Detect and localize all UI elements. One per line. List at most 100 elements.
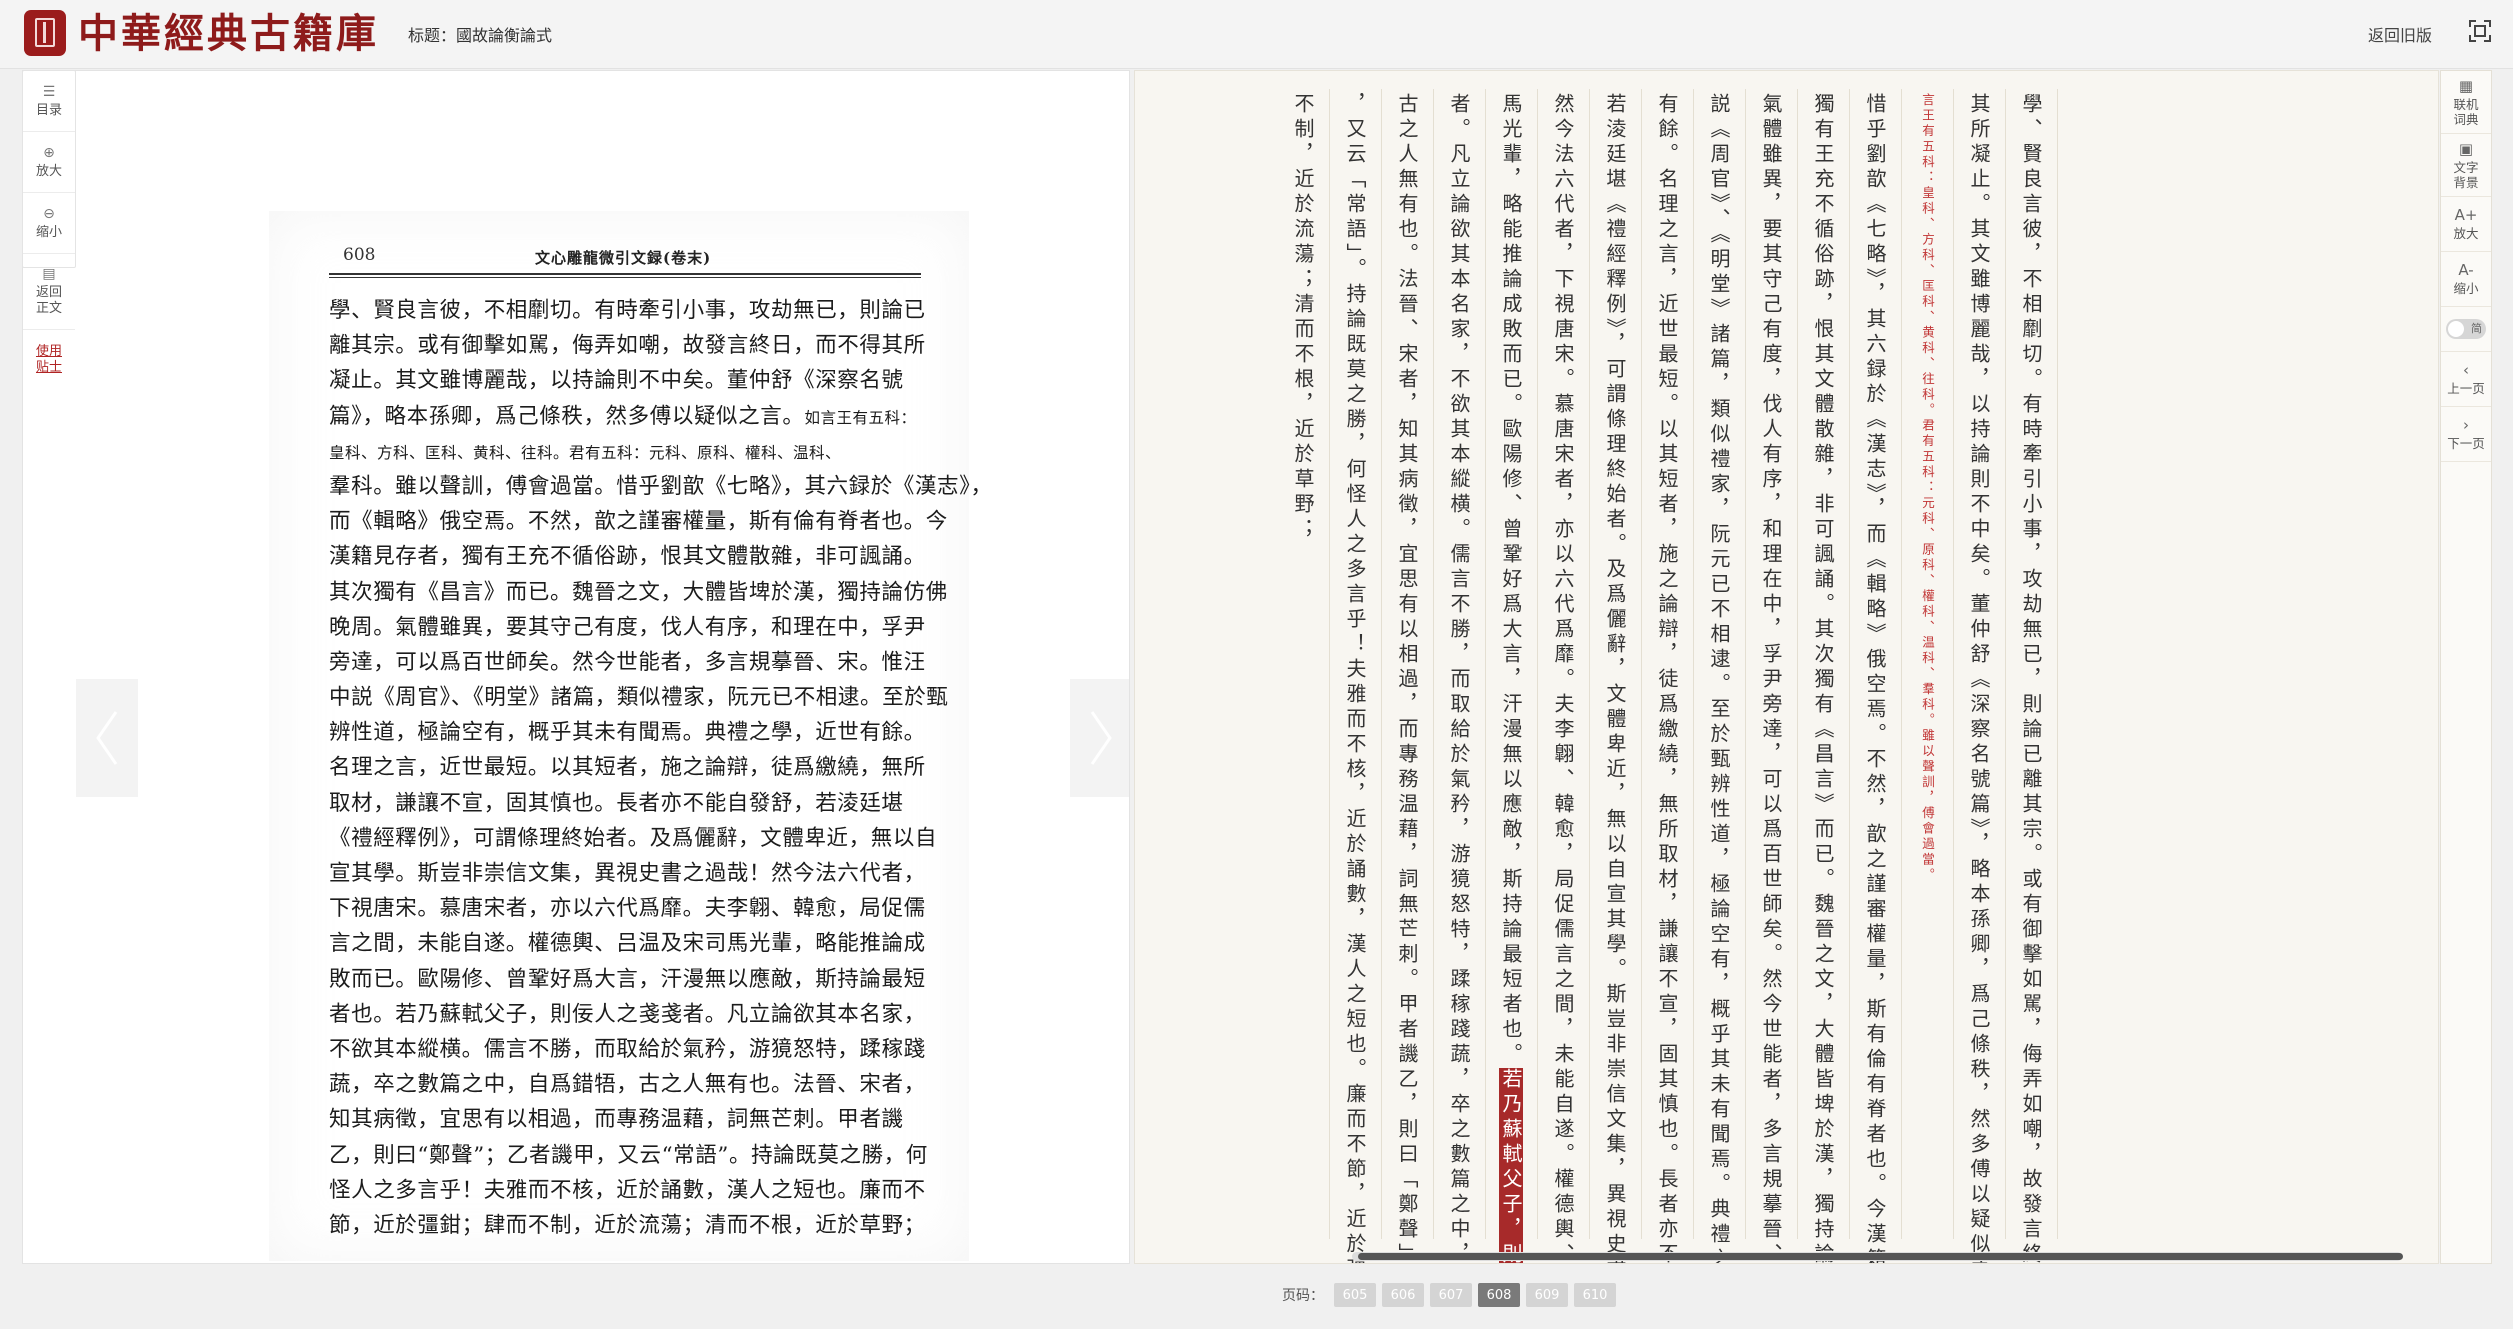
scan-text-line: 宣其學。斯豈非崇信文集，異視史書之過哉！然今法六代者， <box>329 861 926 886</box>
prev-page-label: 上一页 <box>2447 381 2485 396</box>
scan-text-line: 羣科。雖以聲訓，傅會過當。惜乎劉歆《七略》，其六録於《漢志》， <box>329 473 993 499</box>
vertical-text-column[interactable]: 學、賢良言彼，不相劘切。有時牽引小事，攻劫無已，則論已離其宗。或有御擊如駡，侮弄… <box>2006 89 2058 1263</box>
left-toolbar: ☰ 目录 ⊕ 放大 ⊖ 缩小 ▤ 返回正文 使用贴士 <box>22 70 76 375</box>
zoom-in-icon: ⊕ <box>43 144 55 161</box>
vertical-text-content: 不制，近於流蕩；清而不根，近於草野； <box>1291 93 1315 543</box>
document-title: 标题：國故論衡論式 <box>408 26 553 45</box>
vertical-text-segment: 馬光輩，略能推論成敗而已。歐陽修、曾鞏好爲大言，汗漫無以應敵，斯持論最短者也。 <box>1499 93 1523 1068</box>
font-smaller-label: 缩小 <box>2453 281 2479 296</box>
list-icon: ☰ <box>42 83 56 100</box>
vertical-text-content: 古之人無有也。法晉、宋者，知其病徵，宜思有以相過，而專務温藉，詞無芒刺。甲者譏乙… <box>1395 93 1419 1264</box>
vertical-text-column[interactable]: 氣體雖異，要其守己有度，伐人有序，和理在中，孚尹旁達，可以爲百世師矣。然今世能者… <box>1746 89 1798 1263</box>
page-button-610[interactable]: 610 <box>1574 1283 1616 1307</box>
vertical-text-content: 馬光輩，略能推論成敗而已。歐陽修、曾鞏好爲大言，汗漫無以應敵，斯持論最短者也。若… <box>1496 93 1526 1263</box>
pagination-label: 页码： <box>1282 1288 1324 1304</box>
vertical-text-content: 言王有五科：皇科、方科、匡科、黄科、往科。君有五科：元科、原科、權科、温科、羣科… <box>1920 93 1935 884</box>
chevron-left-circle-icon: ‹ <box>2463 361 2469 379</box>
toggle-label: 简 <box>2471 322 2482 335</box>
scan-text-line: 怪人之多言乎！夫雅而不核，近於誦數，漢人之短也。廉而不 <box>329 1177 926 1203</box>
dictionary-icon: ▦ <box>2458 76 2474 95</box>
scan-text-line: 中説《周官》、《明堂》諸篇，類似禮家，阮元已不相逮。至於甄 <box>329 685 949 711</box>
scan-running-head: 文心雕龍微引文録(卷末) <box>535 249 712 267</box>
vertical-text-column[interactable]: 説《周官》、《明堂》諸篇，類似禮家，阮元已不相逮。至於甄辨性道，極論空有，概乎其… <box>1694 89 1746 1263</box>
usage-tips-link[interactable]: 使用贴士 <box>23 330 75 390</box>
vertical-text-column[interactable]: ，又云「常語」。持論既莫之勝，何怪人之多言乎！夫雅而不核，近於誦數，漢人之短也。… <box>1330 89 1382 1263</box>
vertical-text-content: 説《周官》、《明堂》諸篇，類似禮家，阮元已不相逮。至於甄辨性道，極論空有，概乎其… <box>1707 93 1731 1264</box>
vertical-text-content: 若淩廷堪《禮經釋例》，可謂條理終始者。及爲儷辭，文體卑近，無以自宣其學。斯豈非崇… <box>1603 93 1627 1264</box>
scan-text-line: 而《輯略》俄空焉。不然，歆之謹審權量，斯有倫有脊者也。今 <box>329 509 948 535</box>
font-smaller-button[interactable]: A- 缩小 <box>2441 252 2491 307</box>
scan-text-line: 篇》，略本孫卿，爲己條秩，然多傅以疑似之言。如言王有五科： <box>329 399 929 434</box>
chevron-right-icon <box>1090 711 1112 765</box>
next-page-arrow[interactable] <box>1070 679 1129 797</box>
return-text-label: 返回正文 <box>35 285 62 316</box>
scan-text-line: 下視唐宋。慕唐宋者，亦以六代爲靡。夫李翺、韓愈，局促儒 <box>329 896 926 922</box>
scan-text-line: 其次獨有《昌言》而已。魏晉之文，大體皆埤於漢，獨持論仿佛 <box>329 579 948 605</box>
pagination: 页码： 605 606 607 608 609 610 <box>1282 1282 1622 1308</box>
vertical-text-column[interactable]: 然今法六代者，下視唐宋。慕唐宋者，亦以六代爲靡。夫李翺、韓愈，局促儒言之間，未能… <box>1538 89 1590 1263</box>
vertical-text-content: ，又云「常語」。持論既莫之勝，何怪人之多言乎！夫雅而不核，近於誦數，漢人之短也。… <box>1343 93 1367 1264</box>
scan-text-line: 皇科、方科、匡科、黄科、往科。君有五科：元科、原科、權科、温科、 <box>329 443 842 462</box>
vertical-text-column[interactable]: 言王有五科：皇科、方科、匡科、黄科、往科。君有五科：元科、原科、權科、温科、羣科… <box>1902 89 1954 1239</box>
horizontal-scrollbar-thumb[interactable] <box>1358 1253 2403 1260</box>
vertical-text-column[interactable]: 獨有王充不循俗跡，恨其文體散雜，非可諷誦。其次獨有《昌言》而已。魏晉之文，大體皆… <box>1798 89 1850 1263</box>
page-button-606[interactable]: 606 <box>1382 1283 1424 1307</box>
vertical-text-column[interactable]: 其所凝止。其文雖博麗哉，以持論則不中矣。董仲舒《深察名號篇》，略本孫卿，爲己條秩… <box>1954 89 2006 1263</box>
scan-text-line: 名理之言，近世最短。以其短者，施之論辯，徒爲繳繞，無所 <box>329 755 926 781</box>
page-button-609[interactable]: 609 <box>1526 1283 1568 1307</box>
page-button-608[interactable]: 608 <box>1478 1283 1520 1307</box>
fullscreen-icon[interactable] <box>2468 19 2492 43</box>
highlighted-text[interactable]: 若乃蘇軾父子，則佞人之戔戔 <box>1499 1068 1523 1263</box>
vertical-text-content: 獨有王充不循俗跡，恨其文體散雜，非可諷誦。其次獨有《昌言》而已。魏晉之文，大體皆… <box>1811 93 1835 1264</box>
vertical-text-column[interactable]: 古之人無有也。法晉、宋者，知其病徵，宜思有以相過，而專務温藉，詞無芒刺。甲者譏乙… <box>1382 89 1434 1263</box>
vertical-text-content: 氣體雖異，要其守己有度，伐人有序，和理在中，孚尹旁達，可以爲百世師矣。然今世能者… <box>1759 93 1783 1264</box>
vertical-text-column[interactable]: 有餘。名理之言，近世最短。以其短者，施之論辯，徒爲繳繞，無所取材，謙讓不宣，固其… <box>1642 89 1694 1263</box>
zoom-out-button[interactable]: ⊖ 缩小 <box>23 193 75 254</box>
head-rule <box>329 277 921 278</box>
prev-page-arrow[interactable] <box>76 679 138 797</box>
vertical-text-panel[interactable]: 學、賢良言彼，不相劘切。有時牽引小事，攻劫無已，則論已離其宗。或有御擊如駡，侮弄… <box>1134 70 2439 1264</box>
chevron-left-icon <box>96 711 118 765</box>
vertical-text-column[interactable]: 若淩廷堪《禮經釋例》，可謂條理終始者。及爲儷辭，文體卑近，無以自宣其學。斯豈非崇… <box>1590 89 1642 1263</box>
online-dictionary-button[interactable]: ▦ 联机词典 <box>2441 71 2491 134</box>
scan-page-number: 608 <box>343 245 376 265</box>
font-smaller-icon: A- <box>2458 261 2474 279</box>
next-page-button[interactable]: › 下一页 <box>2441 407 2491 462</box>
prev-page-button[interactable]: ‹ 上一页 <box>2441 352 2491 407</box>
return-text-button[interactable]: ▤ 返回正文 <box>23 254 75 330</box>
toggle-switch[interactable]: 简 <box>2446 319 2486 339</box>
head-rule <box>329 273 921 275</box>
vertical-text-column[interactable]: 馬光輩，略能推論成敗而已。歐陽修、曾鞏好爲大言，汗漫無以應敵，斯持論最短者也。若… <box>1486 89 1538 1263</box>
page-button-605[interactable]: 605 <box>1334 1283 1376 1307</box>
chevron-right-circle-icon: › <box>2463 416 2469 434</box>
page-button-607[interactable]: 607 <box>1430 1283 1472 1307</box>
zoom-out-icon: ⊖ <box>43 205 55 222</box>
vertical-text-column[interactable]: 不制，近於流蕩；清而不根，近於草野； <box>1278 89 1330 1239</box>
vertical-text-column[interactable]: 惜乎劉歆《七略》，其六録於《漢志》，而《輯略》俄空焉。不然，歆之謹審權量，斯有倫… <box>1850 89 1902 1263</box>
zoom-in-label: 放大 <box>35 163 62 179</box>
document-icon: ▤ <box>42 266 56 282</box>
scan-text-line: 辨性道，極論空有，概乎其未有聞焉。典禮之學，近世有餘。 <box>329 720 926 746</box>
logo-book-icon[interactable] <box>24 10 66 56</box>
vertical-text-content: 學、賢良言彼，不相劘切。有時牽引小事，攻劫無已，則論已離其宗。或有御擊如駡，侮弄… <box>2019 93 2043 1264</box>
scan-text-line: 漢籍見存者，獨有王充不循俗跡，恨其文體散雜，非可諷誦。 <box>329 544 926 570</box>
usage-tips-label: 使用贴士 <box>35 344 62 375</box>
site-logo-text[interactable]: 中華經典古籍庫 <box>78 8 379 60</box>
header-bar: 中華經典古籍庫 标题：國故論衡論式 返回旧版 <box>0 0 2513 69</box>
scan-text-line: 不欲其本縱横。儒言不勝，而取給於氣矜，游獍怒特，蹂稼踐 <box>329 1036 926 1062</box>
dictionary-label: 联机词典 <box>2453 96 2479 127</box>
scan-text-line: 節，近於彊鉗；肆而不制，近於流蕩；清而不根，近於草野； <box>329 1212 926 1238</box>
scanned-page-text: 學、賢良言彼，不相劘切。有時牽引小事，攻劫無已，則論已 離其宗。或有御擊如駡，侮弄… <box>329 293 993 1243</box>
scan-text-line: 知其病徵，宜思有以相過，而專務温藉，詞無芒刺。甲者譏 <box>329 1107 904 1133</box>
font-larger-button[interactable]: A+ 放大 <box>2441 197 2491 252</box>
font-larger-icon: A+ <box>2454 206 2478 224</box>
scan-text-line: 凝止。其文雖博麗哉，以持論則不中矣。董仲舒《深察名號 <box>329 368 904 394</box>
text-background-button[interactable]: ▣ 文字背景 <box>2441 134 2491 197</box>
vertical-text-column[interactable]: 者。凡立論欲其本名家，不欲其本縱横。儒言不勝，而取給於氣矜，游獍怒特，蹂稼踐蔬，… <box>1434 89 1486 1263</box>
zoom-in-button[interactable]: ⊕ 放大 <box>23 132 75 193</box>
vertical-text-content: 有餘。名理之言，近世最短。以其短者，施之論辯，徒爲繳繞，無所取材，謙讓不宣，固其… <box>1655 93 1679 1264</box>
traditional-simplified-toggle[interactable]: 简 <box>2441 307 2491 352</box>
vertical-text-content: 其所凝止。其文雖博麗哉，以持論則不中矣。董仲舒《深察名號篇》，略本孫卿，爲己條秩… <box>1967 93 1991 1264</box>
return-old-version-link[interactable]: 返回旧版 <box>2368 22 2432 46</box>
toc-button[interactable]: ☰ 目录 <box>23 71 75 132</box>
